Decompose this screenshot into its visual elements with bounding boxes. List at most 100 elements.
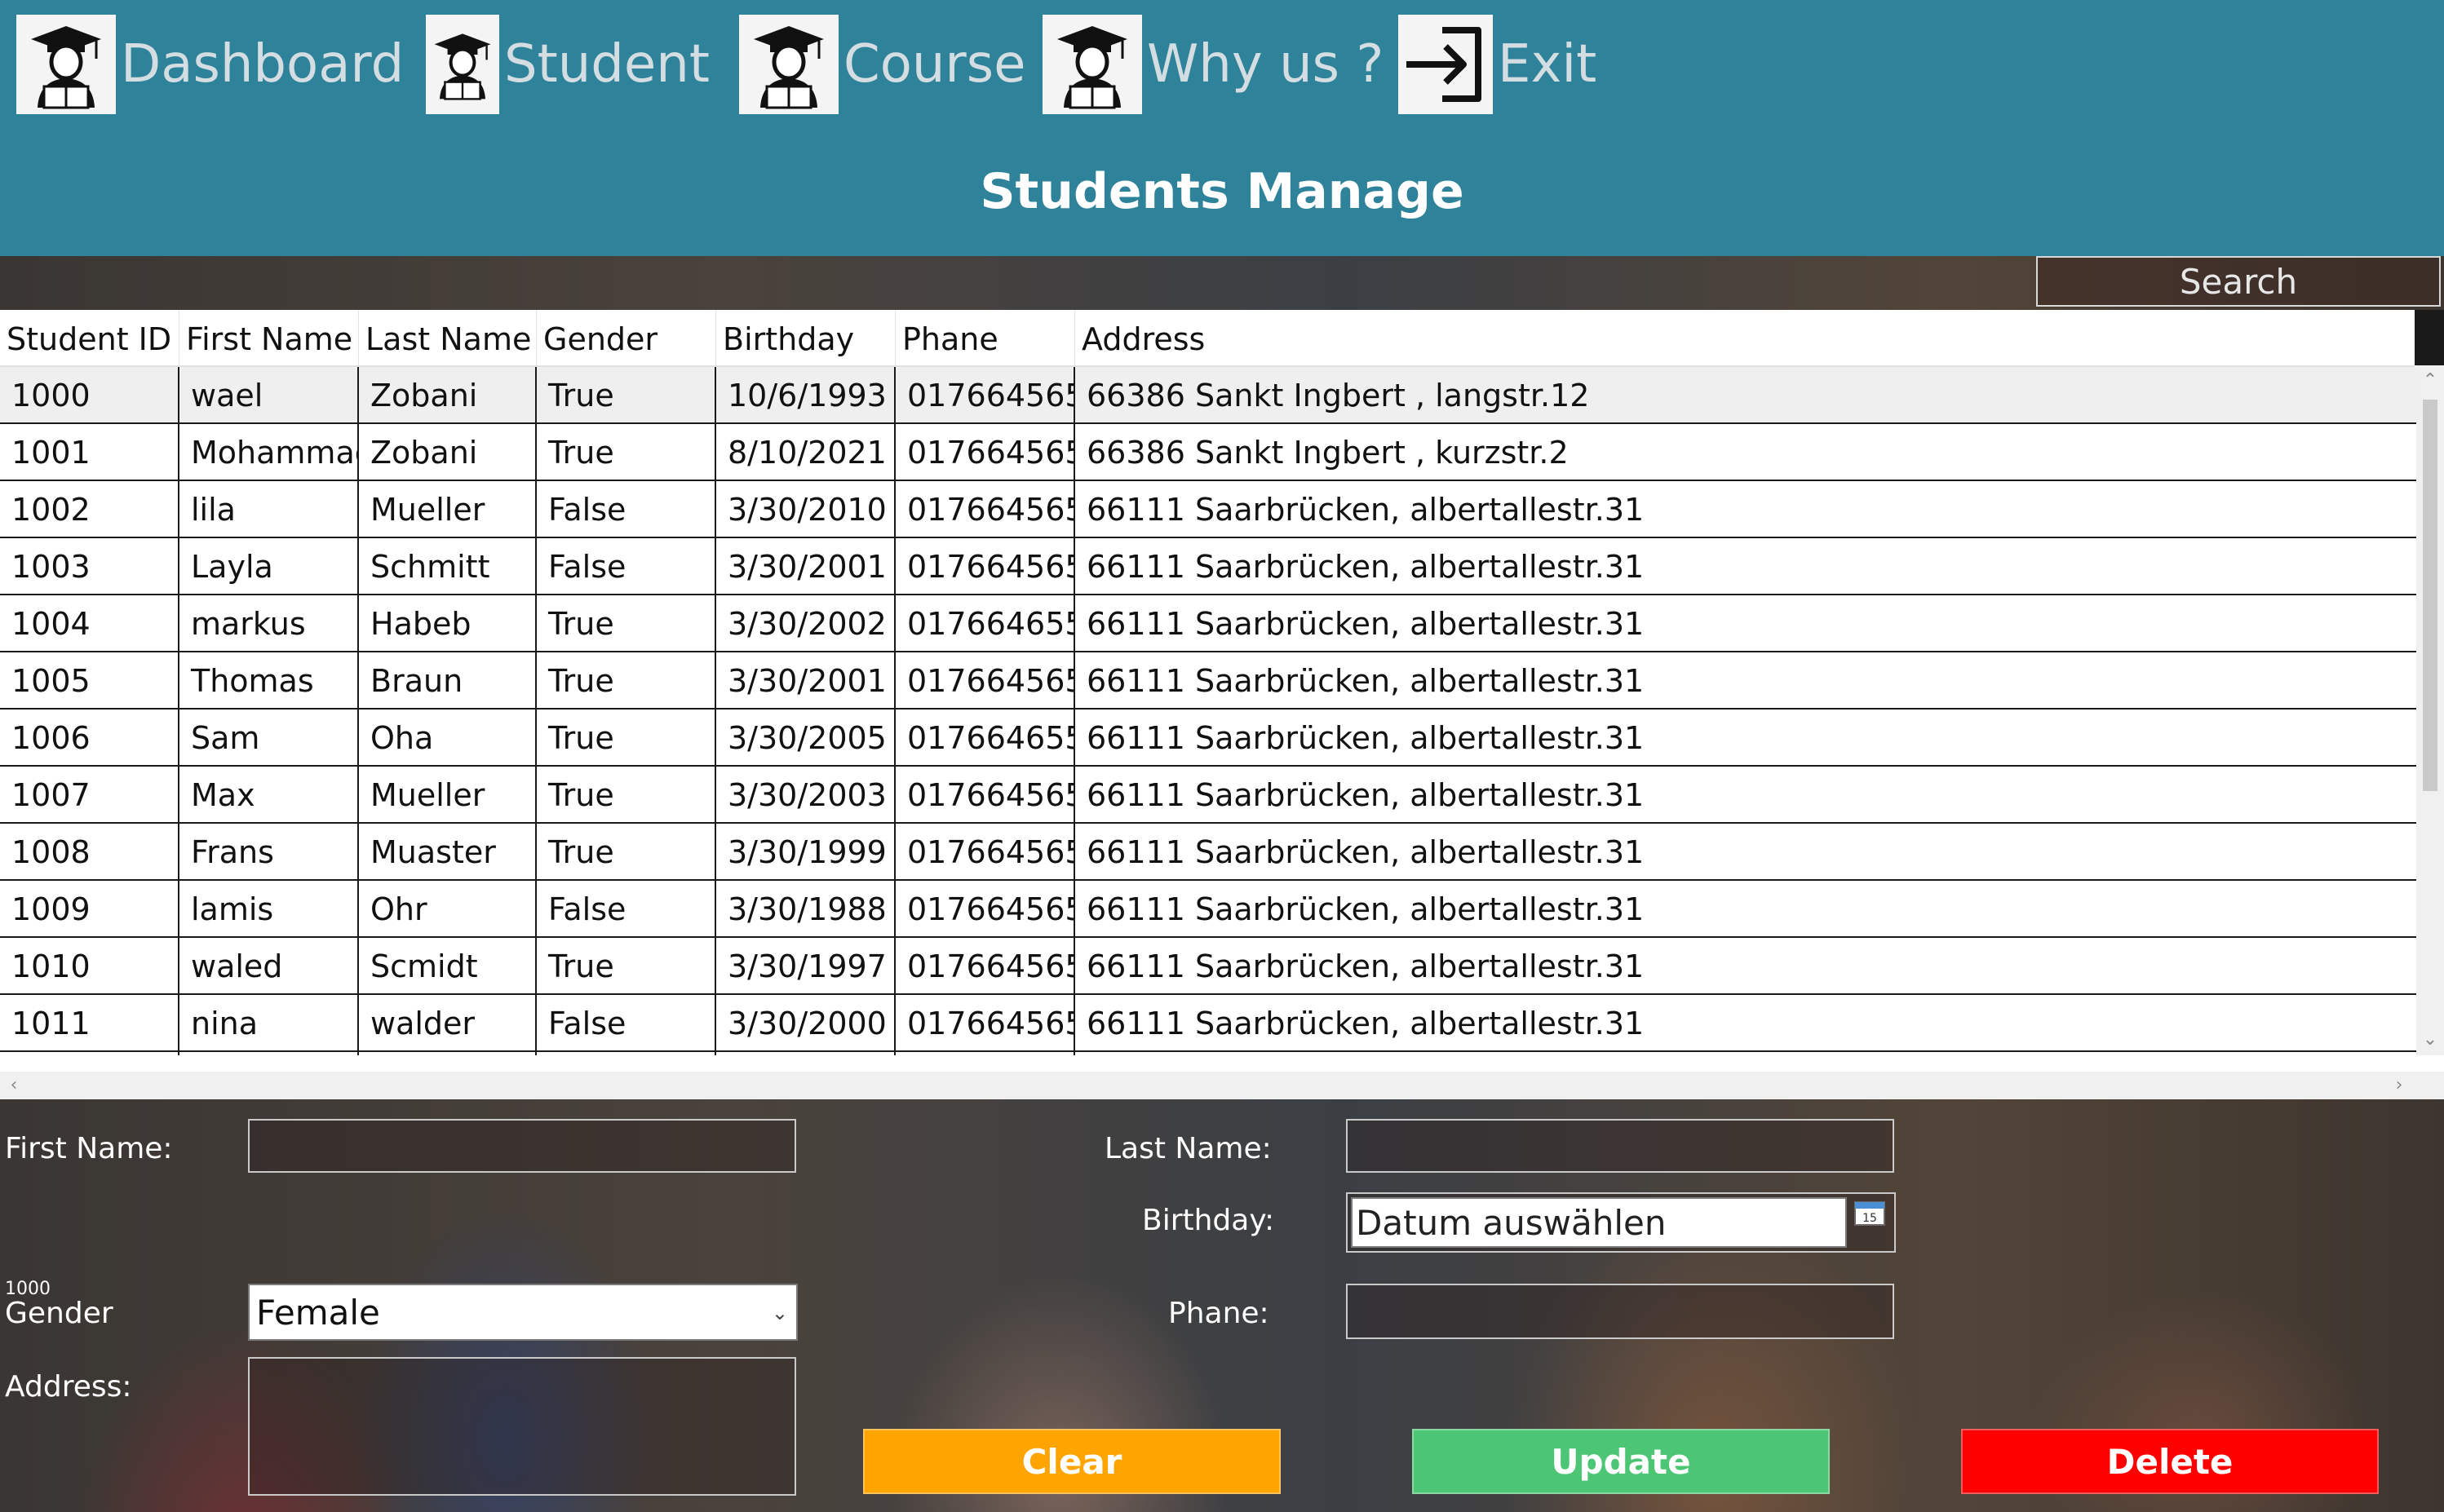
- column-header-student-id[interactable]: Student ID: [0, 310, 179, 365]
- cell-phone[interactable]: 0176646559: [896, 595, 1075, 651]
- column-header-phone[interactable]: Phane: [896, 310, 1075, 365]
- cell-last-name[interactable]: Ohr: [359, 881, 537, 936]
- cell-first-name[interactable]: markus: [179, 595, 359, 651]
- birthday-picker[interactable]: Datum auswählen 15: [1346, 1192, 1896, 1253]
- table-row[interactable]: 1009lamisOhrFalse3/30/1988 1017664565666…: [0, 881, 2416, 938]
- column-header-gender[interactable]: Gender: [537, 310, 716, 365]
- table-row[interactable]: 1010waledScmidtTrue3/30/1997 10176645656…: [0, 938, 2416, 995]
- cell-birthday[interactable]: 3/30/2000 1: [716, 995, 896, 1050]
- cell-phone[interactable]: 0176645656: [896, 995, 1075, 1050]
- nav-student[interactable]: Student: [426, 15, 710, 114]
- cell-student-id[interactable]: 1003: [0, 538, 179, 594]
- table-row[interactable]: 1001MohammadZobaniTrue8/10/2021 10176645…: [0, 424, 2416, 481]
- cell-first-name[interactable]: alia: [179, 1052, 359, 1055]
- cell-last-name[interactable]: Schmitt: [359, 538, 537, 594]
- nav-exit[interactable]: Exit: [1398, 15, 1596, 114]
- column-header-last-name[interactable]: Last Name: [359, 310, 537, 365]
- cell-first-name[interactable]: lamis: [179, 881, 359, 936]
- scroll-down-icon[interactable]: ⌄: [2416, 1028, 2444, 1052]
- cell-birthday[interactable]: 3/30/2010 1: [716, 481, 896, 537]
- cell-first-name[interactable]: lila: [179, 481, 359, 537]
- table-row[interactable]: 1002lilaMuellerFalse3/30/2010 1017664565…: [0, 481, 2416, 538]
- address-input[interactable]: [248, 1357, 796, 1496]
- vertical-scroll-thumb[interactable]: [2423, 400, 2437, 791]
- cell-last-name[interactable]: Braun: [359, 652, 537, 708]
- cell-student-id[interactable]: 1008: [0, 824, 179, 879]
- table-row[interactable]: 1004markusHabebTrue3/30/2002 10176646559…: [0, 595, 2416, 652]
- cell-student-id[interactable]: 1012: [0, 1052, 179, 1055]
- cell-address[interactable]: 66111 Saarbrücken, albertallestr.31: [1075, 710, 2416, 765]
- search-button[interactable]: Search: [2036, 256, 2441, 307]
- cell-student-id[interactable]: 1004: [0, 595, 179, 651]
- nav-why-us[interactable]: Why us ?: [1043, 15, 1384, 114]
- cell-phone[interactable]: 0176645656: [896, 652, 1075, 708]
- cell-birthday[interactable]: 3/30/2001 1: [716, 652, 896, 708]
- students-grid[interactable]: Student ID First Name Last Name Gender B…: [0, 310, 2444, 1099]
- cell-last-name[interactable]: Mueller: [359, 767, 537, 822]
- cell-student-id[interactable]: 1011: [0, 995, 179, 1050]
- cell-student-id[interactable]: 1000: [0, 367, 179, 422]
- cell-address[interactable]: 66386 Sankt Ingbert , kurzstr.2: [1075, 424, 2416, 480]
- cell-gender[interactable]: True: [537, 424, 716, 480]
- cell-first-name[interactable]: Sam: [179, 710, 359, 765]
- cell-gender[interactable]: True: [537, 652, 716, 708]
- cell-birthday[interactable]: 3/30/2002 1: [716, 595, 896, 651]
- cell-address[interactable]: 66111 Saarbrücken, albertallestr.31: [1075, 595, 2416, 651]
- cell-address[interactable]: 66386 Sankt Ingbert , langstr.12: [1075, 367, 2416, 422]
- column-header-address[interactable]: Address: [1075, 310, 2415, 365]
- cell-birthday[interactable]: 8/10/2021 1: [716, 424, 896, 480]
- cell-last-name[interactable]: Muaster: [359, 824, 537, 879]
- nav-course[interactable]: Course: [739, 15, 1025, 114]
- last-name-input[interactable]: [1346, 1119, 1894, 1173]
- calendar-icon[interactable]: 15: [1853, 1199, 1886, 1227]
- cell-birthday[interactable]: 10/6/1993 1: [716, 367, 896, 422]
- birthday-input[interactable]: Datum auswählen: [1351, 1197, 1847, 1248]
- cell-gender[interactable]: False: [537, 1052, 716, 1055]
- table-row[interactable]: 1012aliaMuellerFalse3/30/1996 1017664565…: [0, 1052, 2416, 1055]
- column-header-first-name[interactable]: First Name: [179, 310, 359, 365]
- cell-phone[interactable]: 0176645656: [896, 1052, 1075, 1055]
- table-row[interactable]: 1007MaxMuellerTrue3/30/2003 101766456566…: [0, 767, 2416, 824]
- table-row[interactable]: 1011ninawalderFalse3/30/2000 10176645656…: [0, 995, 2416, 1052]
- cell-phone[interactable]: 0176645656: [896, 538, 1075, 594]
- nav-dashboard[interactable]: Dashboard: [16, 15, 404, 114]
- cell-student-id[interactable]: 1010: [0, 938, 179, 993]
- cell-gender[interactable]: True: [537, 595, 716, 651]
- phone-input[interactable]: [1346, 1284, 1894, 1339]
- cell-phone[interactable]: 0176645656: [896, 767, 1075, 822]
- cell-address[interactable]: 66111 Saarbrücken, albertallestr.31: [1075, 652, 2416, 708]
- table-row[interactable]: 1005ThomasBraunTrue3/30/2001 10176645656…: [0, 652, 2416, 710]
- table-row[interactable]: 1003LaylaSchmittFalse3/30/2001 101766456…: [0, 538, 2416, 595]
- cell-phone[interactable]: 0176645656: [896, 367, 1075, 422]
- cell-gender[interactable]: False: [537, 538, 716, 594]
- cell-last-name[interactable]: Scmidt: [359, 938, 537, 993]
- horizontal-scrollbar[interactable]: ‹ ›: [0, 1072, 2416, 1099]
- cell-student-id[interactable]: 1009: [0, 881, 179, 936]
- cell-student-id[interactable]: 1006: [0, 710, 179, 765]
- table-row[interactable]: 1006SamOhaTrue3/30/2005 1017664655966111…: [0, 710, 2416, 767]
- cell-phone[interactable]: 0176645656: [896, 481, 1075, 537]
- cell-gender[interactable]: True: [537, 938, 716, 993]
- cell-first-name[interactable]: wael: [179, 367, 359, 422]
- cell-address[interactable]: 66111 Saarbrücken, albertallestr.31: [1075, 767, 2416, 822]
- table-row[interactable]: 1000waelZobaniTrue10/6/1993 101766456566…: [0, 367, 2416, 424]
- cell-last-name[interactable]: Zobani: [359, 367, 537, 422]
- vertical-scrollbar[interactable]: ⌃ ⌄: [2416, 365, 2444, 1055]
- cell-birthday[interactable]: 3/30/2005 1: [716, 710, 896, 765]
- cell-phone[interactable]: 0176646559: [896, 710, 1075, 765]
- cell-last-name[interactable]: Oha: [359, 710, 537, 765]
- cell-first-name[interactable]: Thomas: [179, 652, 359, 708]
- column-header-birthday[interactable]: Birthday: [716, 310, 896, 365]
- cell-address[interactable]: 66111 Saarbrücken, albertallestr.31: [1075, 995, 2416, 1050]
- delete-button[interactable]: Delete: [1961, 1429, 2379, 1494]
- cell-gender[interactable]: True: [537, 710, 716, 765]
- cell-student-id[interactable]: 1001: [0, 424, 179, 480]
- cell-student-id[interactable]: 1002: [0, 481, 179, 537]
- table-row[interactable]: 1008FransMuasterTrue3/30/1999 1017664565…: [0, 824, 2416, 881]
- cell-last-name[interactable]: walder: [359, 995, 537, 1050]
- cell-phone[interactable]: 0176645656: [896, 881, 1075, 936]
- cell-gender[interactable]: False: [537, 995, 716, 1050]
- cell-address[interactable]: 66111 Saarbrücken, albertallestr.31: [1075, 481, 2416, 537]
- cell-address[interactable]: 66111 Saarbrücken, albertallestr.31: [1075, 538, 2416, 594]
- cell-birthday[interactable]: 3/30/2001 1: [716, 538, 896, 594]
